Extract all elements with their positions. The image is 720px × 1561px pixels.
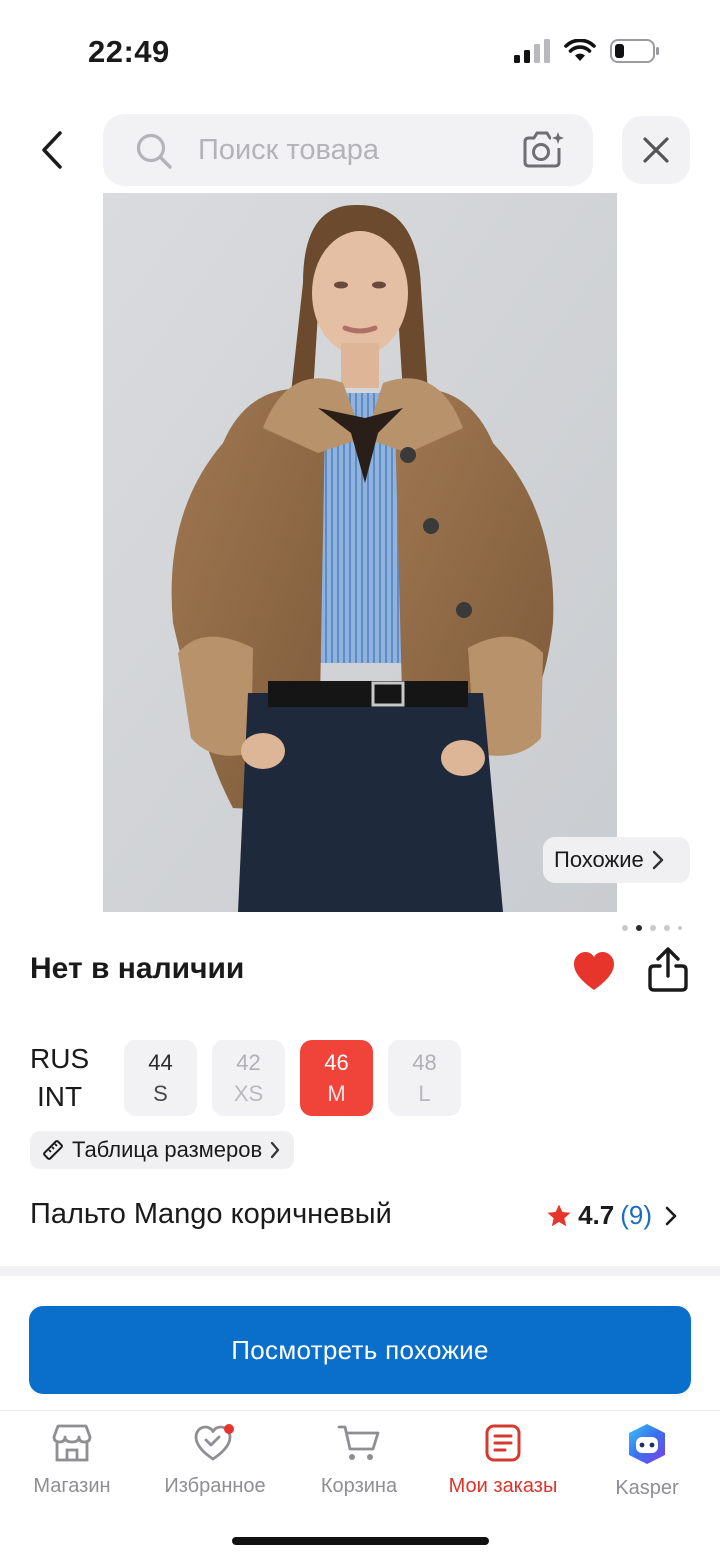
nav-item-store[interactable]: Магазин [2, 1423, 142, 1498]
search-header: Поиск товара [0, 112, 720, 188]
nav-item-cart[interactable]: Корзина [289, 1423, 429, 1498]
home-indicator[interactable] [232, 1537, 489, 1545]
size-int: M [327, 1081, 346, 1106]
status-bar: 22:49 [0, 0, 720, 100]
product-title: Пальто Mango коричневый [30, 1198, 392, 1230]
pagination-dot [664, 925, 670, 931]
cart-icon [337, 1425, 380, 1460]
size-int: S [153, 1081, 168, 1106]
status-time: 22:49 [88, 34, 170, 69]
kasper-icon [629, 1424, 665, 1464]
product-image[interactable] [103, 193, 617, 912]
store-icon [52, 1424, 92, 1462]
heart-filled-icon [574, 952, 614, 990]
nav-label-orders: Мои заказы [448, 1475, 558, 1497]
nav-label-kasper: Kasper [615, 1477, 679, 1499]
favorite-button[interactable] [572, 950, 616, 994]
search-icon [136, 133, 172, 169]
size-option-46-selected[interactable]: 46 M [300, 1040, 373, 1116]
size-system-rus: RUS [30, 1043, 90, 1074]
size-int: XS [233, 1081, 264, 1106]
ruler-icon [43, 1140, 63, 1160]
view-similar-button[interactable]: Посмотреть похожие [29, 1306, 691, 1394]
rating-value: 4.7 [578, 1200, 615, 1230]
search-placeholder: Поиск товара [198, 134, 379, 166]
reviews-count: (9) [620, 1200, 652, 1230]
pagination-dot [622, 925, 628, 931]
pagination-dot [650, 925, 656, 931]
share-button[interactable] [646, 946, 690, 994]
chevron-right-icon [652, 850, 663, 870]
availability-status: Нет в наличии [30, 952, 245, 985]
star-icon [547, 1204, 571, 1226]
back-button[interactable] [30, 122, 74, 178]
size-option-42[interactable]: 42 XS [212, 1040, 285, 1116]
size-system-int: INT [37, 1081, 83, 1112]
pagination-dot [678, 926, 682, 930]
status-icons [514, 38, 660, 69]
size-system-labels: RUS INT [30, 1040, 89, 1116]
orders-icon [485, 1424, 521, 1462]
size-rus: 44 [148, 1050, 173, 1075]
size-selector: 44 S 42 XS 46 M 48 L [124, 1040, 461, 1116]
similar-items-chip[interactable]: Похожие [543, 837, 690, 883]
chevron-right-icon [665, 1206, 677, 1225]
nav-label-store: Магазин [33, 1475, 111, 1497]
close-button[interactable] [622, 116, 690, 184]
search-input[interactable]: Поиск товара [103, 114, 593, 186]
wifi-icon [564, 38, 596, 68]
nav-item-kasper[interactable]: Kasper [577, 1423, 717, 1500]
size-table-button[interactable]: Таблица размеров [30, 1131, 295, 1169]
close-icon [643, 137, 669, 163]
size-option-48[interactable]: 48 L [388, 1040, 461, 1116]
size-option-44[interactable]: 44 S [124, 1040, 197, 1116]
size-rus: 42 [236, 1050, 261, 1075]
battery-icon [610, 38, 660, 69]
image-pagination-dots [622, 925, 682, 931]
chevron-left-icon [42, 131, 62, 169]
product-photo [103, 193, 617, 912]
camera-search-icon[interactable] [521, 130, 565, 170]
heart-icon [194, 1424, 234, 1461]
cellular-signal-icon [514, 39, 550, 68]
nav-label-cart: Корзина [320, 1475, 398, 1497]
size-table-label: Таблица размеров [72, 1137, 263, 1162]
similar-chip-label: Похожие [554, 847, 644, 872]
share-icon [648, 947, 688, 992]
section-divider [0, 1266, 720, 1276]
view-similar-label: Посмотреть похожие [231, 1334, 489, 1365]
rating-link[interactable]: 4.7 (9) [546, 1200, 678, 1231]
nav-item-orders[interactable]: Мои заказы [433, 1423, 573, 1498]
chevron-right-icon [271, 1141, 280, 1159]
size-rus: 46 [324, 1050, 349, 1075]
nav-label-favorites: Избранное [164, 1475, 266, 1497]
nav-item-favorites[interactable]: Избранное [145, 1423, 285, 1498]
size-rus: 48 [412, 1050, 437, 1075]
pagination-dot-active [636, 925, 642, 931]
size-int: L [418, 1081, 431, 1106]
